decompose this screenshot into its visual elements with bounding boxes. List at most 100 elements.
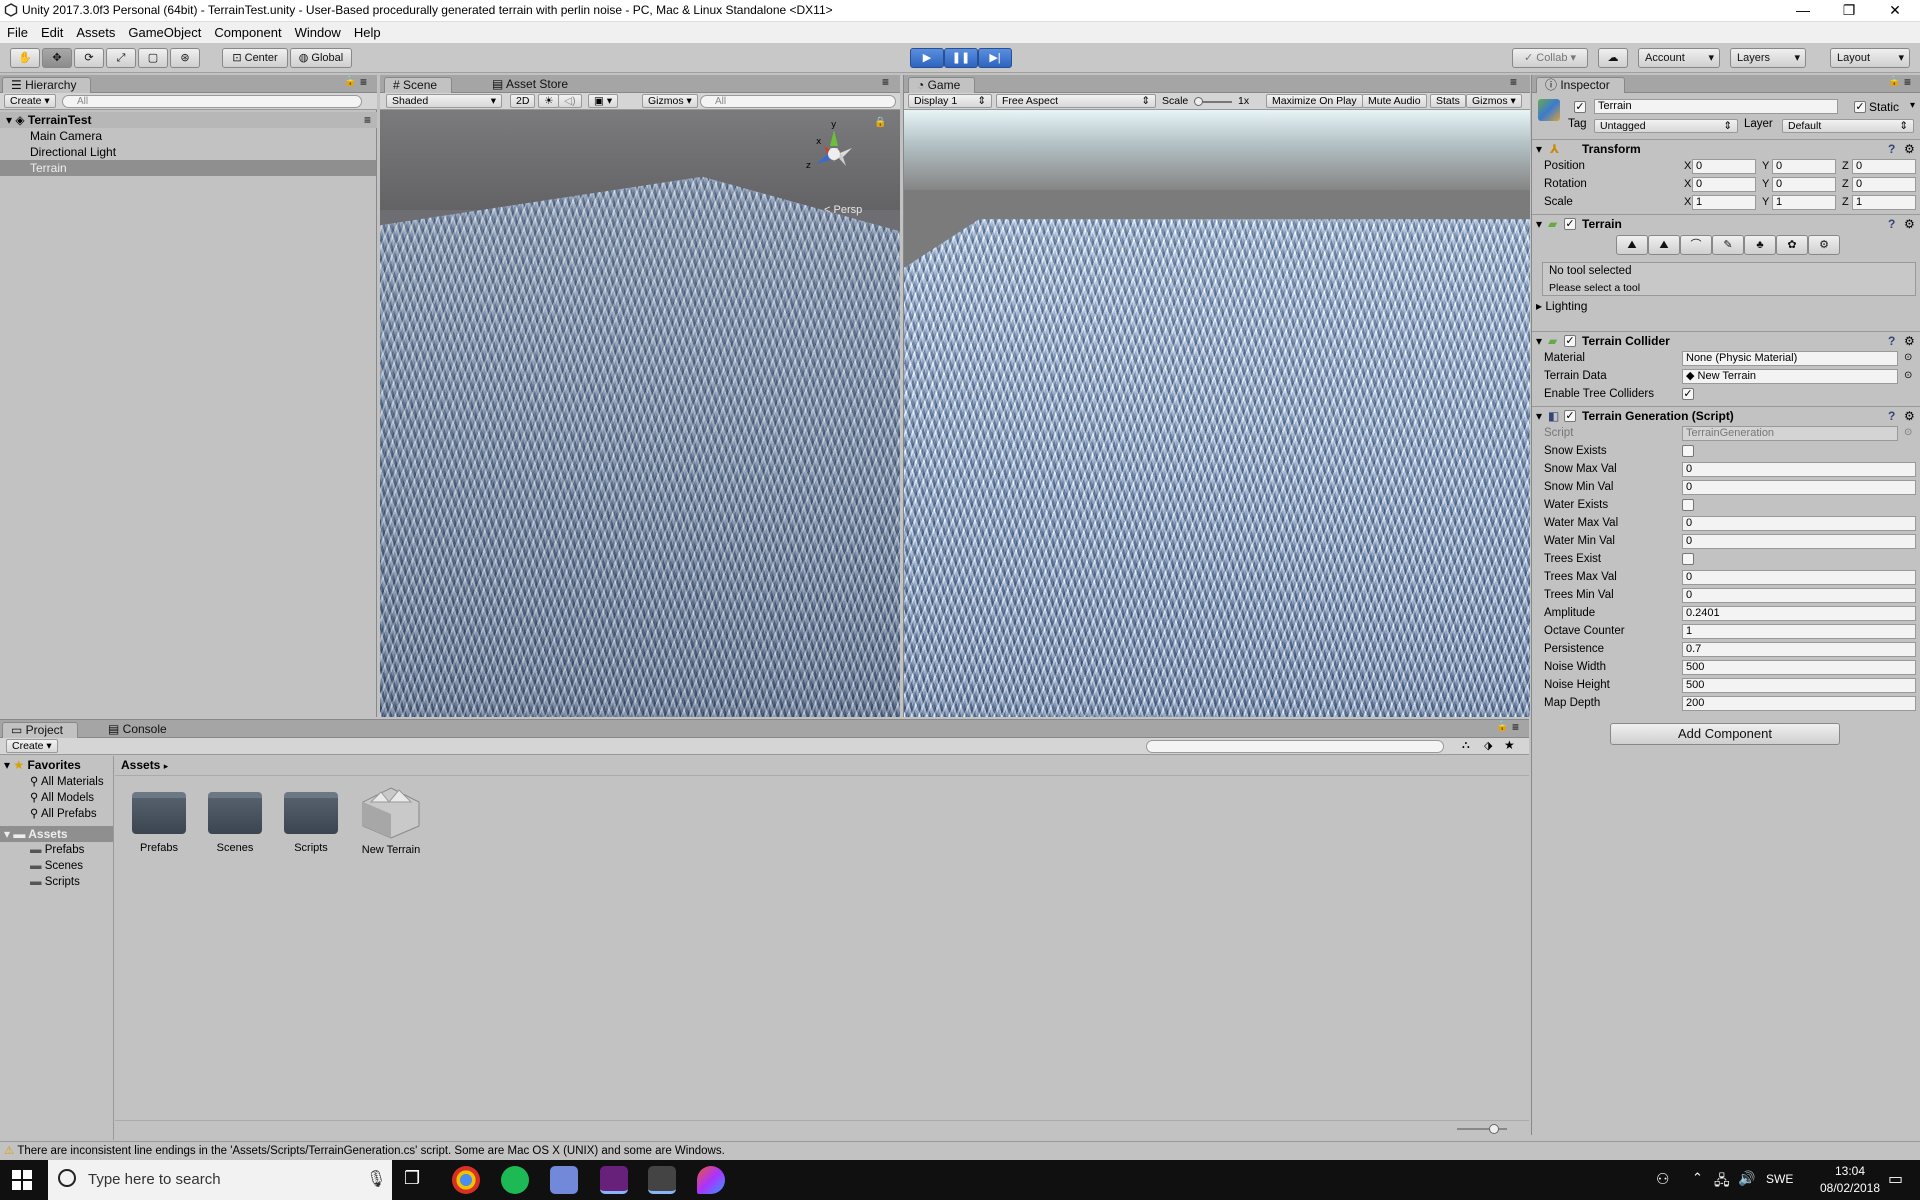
effects-dropdown[interactable]: ▣ ▾ bbox=[588, 94, 619, 108]
position-y-field[interactable]: 0 bbox=[1772, 159, 1836, 174]
position-x-field[interactable]: 0 bbox=[1692, 159, 1756, 174]
hierarchy-item[interactable]: Main Camera bbox=[0, 128, 376, 144]
play-button[interactable]: ▶ bbox=[910, 48, 944, 68]
rotation-z-field[interactable]: 0 bbox=[1852, 177, 1916, 192]
hierarchy-search-input[interactable]: All bbox=[62, 95, 362, 108]
field-input[interactable]: 200 bbox=[1682, 696, 1916, 711]
star-icon[interactable]: ★ bbox=[1504, 738, 1515, 752]
assets-breadcrumb[interactable]: Assets ▸ bbox=[115, 756, 1529, 776]
chrome-icon[interactable] bbox=[452, 1166, 480, 1194]
clock-time[interactable]: 13:04 bbox=[1818, 1164, 1882, 1178]
hierarchy-item-selected[interactable]: Terrain bbox=[0, 160, 376, 176]
paint-3d-icon[interactable] bbox=[697, 1166, 725, 1194]
move-tool-button[interactable]: ✥ bbox=[42, 48, 72, 68]
position-z-field[interactable]: 0 bbox=[1852, 159, 1916, 174]
visual-studio-icon[interactable] bbox=[600, 1166, 628, 1194]
rotation-x-field[interactable]: 0 bbox=[1692, 177, 1756, 192]
hand-tool-button[interactable]: ✋ bbox=[10, 48, 40, 68]
help-icon[interactable]: ? bbox=[1888, 332, 1895, 350]
project-search-input[interactable] bbox=[1146, 740, 1444, 753]
status-bar[interactable]: ⚠ There are inconsistent line endings in… bbox=[0, 1141, 1920, 1160]
tab-asset-store[interactable]: ▤ Asset Store bbox=[484, 77, 582, 93]
scale-tool-button[interactable]: ⤢ bbox=[106, 48, 136, 68]
field-input[interactable]: 0.2401 bbox=[1682, 606, 1916, 621]
paint-details-tool[interactable]: ✿ bbox=[1776, 235, 1808, 255]
menu-assets[interactable]: Assets bbox=[69, 22, 121, 40]
spotify-icon[interactable] bbox=[501, 1166, 529, 1194]
tray-chevron-icon[interactable]: ⌃ bbox=[1692, 1170, 1703, 1186]
field-checkbox[interactable] bbox=[1682, 445, 1694, 457]
tab-console[interactable]: ▤ Console bbox=[100, 722, 181, 738]
menu-gameobject[interactable]: GameObject bbox=[121, 22, 207, 40]
layout-dropdown[interactable]: Layout ▾ bbox=[1830, 48, 1910, 68]
2d-toggle[interactable]: 2D bbox=[510, 94, 536, 108]
discord-icon[interactable] bbox=[550, 1166, 578, 1194]
lock-icon[interactable]: 🔒 bbox=[1496, 721, 1508, 732]
field-checkbox[interactable] bbox=[1682, 553, 1694, 565]
account-dropdown[interactable]: Account ▾ bbox=[1638, 48, 1720, 68]
audio-toggle[interactable]: ◁) bbox=[558, 94, 582, 108]
lock-icon[interactable]: 🔒 bbox=[344, 76, 356, 87]
help-icon[interactable]: ? bbox=[1888, 140, 1895, 158]
terrain-enabled-checkbox[interactable]: ✓ bbox=[1564, 218, 1576, 230]
filter-label-icon[interactable]: ⬗ bbox=[1484, 739, 1492, 752]
terrain-component-header[interactable]: ▾ ▰ ✓ Terrain ? ⚙ bbox=[1532, 214, 1920, 232]
aspect-dropdown[interactable]: Free Aspect ⇕ bbox=[996, 94, 1156, 108]
collider-enabled-checkbox[interactable]: ✓ bbox=[1564, 335, 1576, 347]
asset-folder-item[interactable]: ▬ Scenes bbox=[30, 860, 83, 872]
display-dropdown[interactable]: Display 1 ⇕ bbox=[908, 94, 992, 108]
gizmos-dropdown[interactable]: Gizmos ▾ bbox=[642, 94, 698, 108]
collab-button[interactable]: ✓ Collab ▾ bbox=[1512, 48, 1588, 68]
panel-menu-icon[interactable]: ≡ bbox=[360, 75, 367, 89]
field-input[interactable]: 0 bbox=[1682, 588, 1916, 603]
field-input[interactable]: 500 bbox=[1682, 660, 1916, 675]
static-checkbox[interactable]: ✓ bbox=[1854, 101, 1866, 113]
rotation-y-field[interactable]: 0 bbox=[1772, 177, 1836, 192]
tab-hierarchy[interactable]: ☰ Hierarchy bbox=[2, 77, 92, 93]
favorites-root[interactable]: ▾ ★ Favorites bbox=[4, 758, 81, 772]
gear-icon[interactable]: ⚙ bbox=[1904, 215, 1915, 233]
assets-root[interactable]: ▾ ▬ Assets bbox=[0, 826, 113, 842]
menu-component[interactable]: Component bbox=[207, 22, 287, 40]
material-field[interactable]: None (Physic Material) bbox=[1682, 351, 1898, 366]
scale-x-field[interactable]: 1 bbox=[1692, 195, 1756, 210]
pause-button[interactable]: ❚❚ bbox=[944, 48, 978, 68]
lighting-foldout[interactable]: ▸ Lighting bbox=[1536, 299, 1587, 313]
field-input[interactable]: 0 bbox=[1682, 570, 1916, 585]
field-input[interactable]: 500 bbox=[1682, 678, 1916, 693]
field-input[interactable]: 0 bbox=[1682, 534, 1916, 549]
object-picker-icon[interactable]: ⊙ bbox=[1904, 349, 1912, 367]
game-gizmos-dropdown[interactable]: Gizmos ▾ bbox=[1466, 94, 1522, 108]
menu-window[interactable]: Window bbox=[288, 22, 347, 40]
tab-scene[interactable]: # Scene bbox=[384, 77, 453, 93]
panel-menu-icon[interactable]: ≡ bbox=[1904, 75, 1911, 89]
scale-slider[interactable] bbox=[1194, 97, 1232, 106]
scene-options-icon[interactable]: ≡ bbox=[364, 112, 371, 128]
rect-tool-button[interactable]: ▢ bbox=[138, 48, 168, 68]
layers-dropdown[interactable]: Layers ▾ bbox=[1730, 48, 1806, 68]
active-checkbox[interactable]: ✓ bbox=[1574, 101, 1586, 113]
scene-search-input[interactable]: All bbox=[700, 95, 896, 108]
menu-help[interactable]: Help bbox=[347, 22, 387, 40]
panel-menu-icon[interactable]: ≡ bbox=[1510, 75, 1517, 89]
asset-folder-item[interactable]: ▬ Prefabs bbox=[30, 844, 84, 856]
terrain-data-field[interactable]: ◆ New Terrain bbox=[1682, 369, 1898, 384]
cloud-button[interactable]: ☁ bbox=[1598, 48, 1628, 68]
asset-tile-terrain[interactable]: New Terrain bbox=[352, 784, 430, 856]
shading-dropdown[interactable]: Shaded ▾ bbox=[386, 94, 502, 108]
asset-folder-item[interactable]: ▬ Scripts bbox=[30, 876, 80, 888]
tree-colliders-checkbox[interactable]: ✓ bbox=[1682, 388, 1694, 400]
asset-tile-folder[interactable]: Scripts bbox=[278, 792, 344, 854]
filter-type-icon[interactable]: ⛬ bbox=[1462, 739, 1470, 752]
hierarchy-create-dropdown[interactable]: Create ▾ bbox=[4, 94, 56, 108]
tab-project[interactable]: ▭ Project bbox=[2, 722, 79, 738]
taskbar-search-box[interactable]: Type here to search 🎙 bbox=[48, 1160, 392, 1200]
stats-toggle[interactable]: Stats bbox=[1430, 94, 1466, 108]
scene-root-row[interactable]: ▾ ◈ TerrainTest ≡ bbox=[0, 112, 377, 128]
language-indicator[interactable]: SWE bbox=[1766, 1172, 1793, 1186]
object-name-field[interactable]: Terrain bbox=[1594, 99, 1838, 114]
scene-gizmo-icon[interactable]: y x z bbox=[804, 118, 864, 188]
step-button[interactable]: ▶| bbox=[978, 48, 1012, 68]
gear-icon[interactable]: ⚙ bbox=[1904, 332, 1915, 350]
panel-menu-icon[interactable]: ≡ bbox=[882, 75, 889, 89]
